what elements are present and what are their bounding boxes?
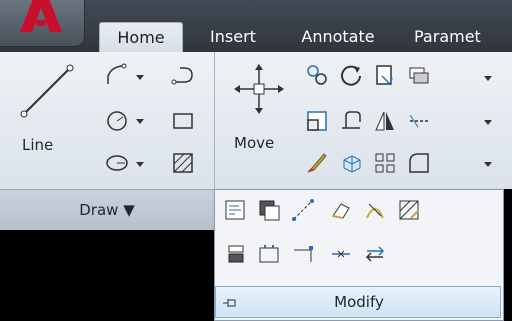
erase-button[interactable]	[406, 62, 432, 88]
circle-button[interactable]	[104, 108, 130, 134]
copy-clip-icon	[409, 67, 429, 84]
spline-edit-icon	[366, 203, 384, 219]
polyline-icon	[107, 63, 127, 84]
modify-dropdown-2-icon[interactable]	[484, 120, 492, 125]
rotate-icon	[341, 65, 361, 86]
lengthen-button[interactable]	[406, 108, 432, 134]
edit-attribute-icon	[225, 200, 245, 220]
tab-insert-label: Insert	[210, 27, 256, 46]
scale-button[interactable]	[304, 108, 330, 134]
modify-dropdown-1-icon[interactable]	[484, 76, 492, 81]
tab-insert[interactable]: Insert	[196, 22, 270, 52]
array-3d-button[interactable]	[338, 150, 364, 176]
array-button[interactable]	[372, 150, 398, 176]
edit-polyline-button[interactable]	[363, 198, 387, 222]
trim-button[interactable]	[372, 62, 398, 88]
spline-icon	[171, 67, 193, 85]
array-mirror-button[interactable]	[372, 108, 398, 134]
hatch-button[interactable]	[170, 150, 196, 176]
autocad-logo-icon	[20, 0, 62, 32]
tab-parametric-label: Paramet	[414, 27, 481, 46]
edit-hatch-button[interactable]	[397, 198, 421, 222]
align-icon	[228, 245, 244, 263]
break-at-point-button[interactable]	[291, 242, 315, 266]
tab-home-label: Home	[117, 28, 165, 47]
offset-button[interactable]	[304, 150, 330, 176]
copy-icon	[307, 65, 327, 85]
ellipse-icon	[106, 155, 128, 171]
modify-panel-title-bar[interactable]: Modify	[215, 286, 501, 318]
mirror-button[interactable]	[338, 108, 364, 134]
reverse-icon	[365, 246, 385, 262]
arc-button[interactable]	[104, 150, 130, 176]
polyline-button[interactable]	[104, 62, 130, 88]
tab-annotate[interactable]: Annotate	[288, 22, 388, 52]
brush-icon	[307, 153, 327, 173]
hatch-icon	[173, 153, 193, 173]
spline-button[interactable]	[170, 62, 196, 88]
rotate-button[interactable]	[338, 62, 364, 88]
erase-tool-button[interactable]	[329, 198, 353, 222]
tab-parametric[interactable]: Paramet	[414, 22, 512, 52]
modify-panel-title: Modify	[334, 293, 384, 311]
circle-icon	[107, 111, 127, 131]
tab-annotate-label: Annotate	[301, 27, 375, 46]
draw-panel-title-bar[interactable]: Draw ▼	[0, 189, 214, 230]
align-button[interactable]	[223, 242, 247, 266]
3d-array-icon	[343, 155, 361, 173]
lengthen-tool-button[interactable]	[329, 242, 353, 266]
tab-home[interactable]: Home	[99, 22, 183, 53]
line-icon	[20, 64, 74, 118]
reverse-button[interactable]	[363, 242, 387, 266]
trim-icon	[376, 65, 393, 86]
draw-panel-title: Draw ▼	[79, 201, 135, 219]
hatch-edit-icon	[399, 200, 419, 220]
rectangle-icon	[173, 113, 193, 129]
rect-array-icon	[375, 153, 395, 173]
block-icon	[259, 200, 280, 221]
break-line-icon	[292, 199, 314, 221]
polyline-dropdown-icon[interactable]	[136, 75, 144, 80]
modify-expanded-panel: Modify	[214, 189, 504, 321]
eraser-icon	[332, 203, 350, 219]
stretch-icon	[307, 111, 327, 131]
fillet-icon	[342, 111, 361, 129]
line-label: Line	[22, 136, 54, 154]
explode-button[interactable]	[223, 198, 247, 222]
rectangle-button[interactable]	[170, 108, 196, 134]
copy-button[interactable]	[304, 62, 330, 88]
lengthen-icon	[332, 250, 350, 258]
dashed-line-icon	[409, 114, 428, 128]
chamfer-icon	[409, 153, 429, 173]
join-icon	[259, 245, 279, 263]
panel-divider	[214, 52, 215, 189]
move-button[interactable]: Move	[226, 58, 296, 178]
circle-dropdown-icon[interactable]	[136, 119, 144, 124]
arc-dropdown-icon[interactable]	[136, 162, 144, 167]
copy-base-button[interactable]	[257, 198, 281, 222]
line-button[interactable]: Line	[12, 58, 82, 178]
chamfer-button[interactable]	[406, 150, 432, 176]
join-button[interactable]	[257, 242, 281, 266]
break-button[interactable]	[291, 198, 315, 222]
mirror-icon	[375, 111, 394, 131]
break-at-point-icon	[294, 246, 313, 262]
move-label: Move	[234, 134, 275, 152]
modify-dropdown-3-icon[interactable]	[484, 162, 492, 167]
application-menu-button[interactable]	[0, 0, 85, 47]
move-icon	[234, 64, 284, 114]
